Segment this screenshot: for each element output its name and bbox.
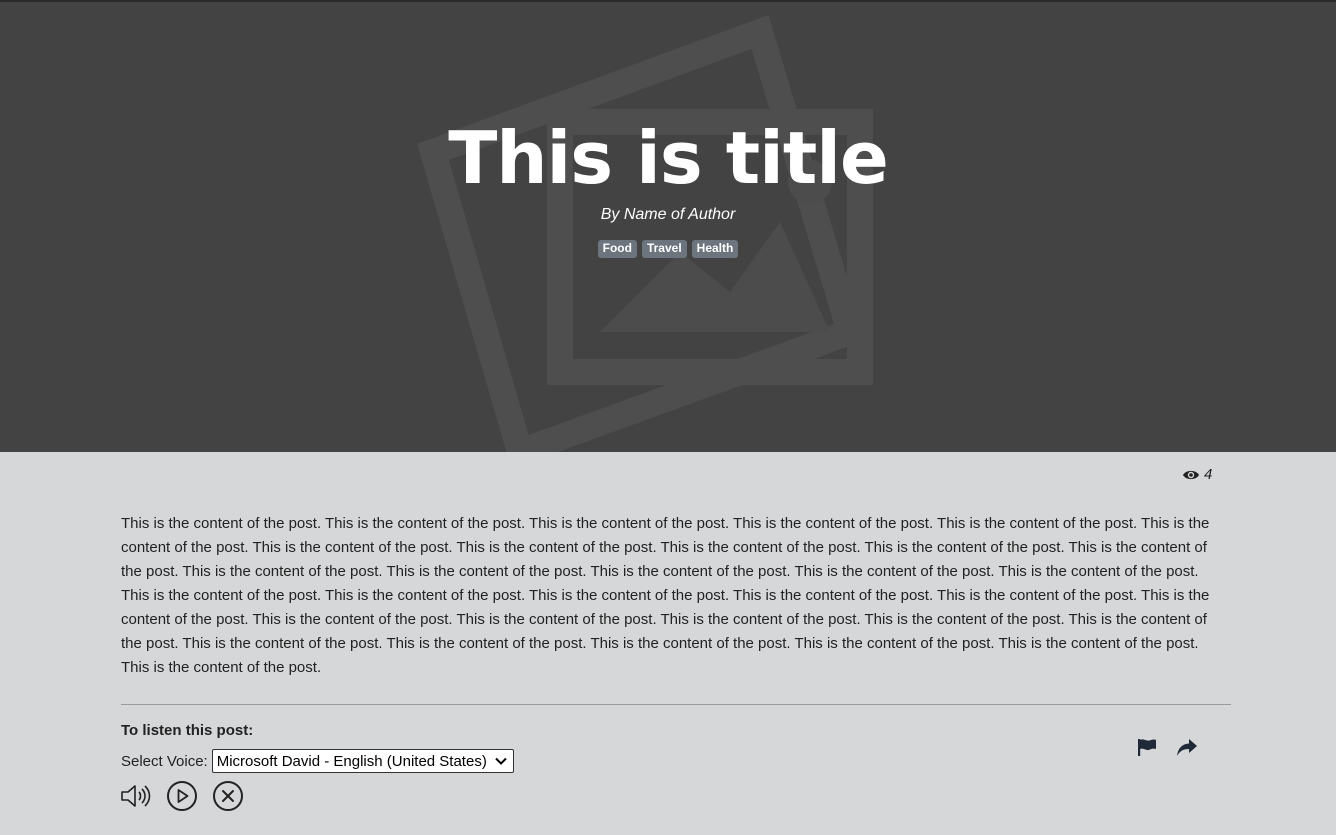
post-author: By Name of Author bbox=[600, 206, 736, 223]
stop-button[interactable] bbox=[212, 780, 244, 817]
volume-button[interactable] bbox=[120, 782, 152, 815]
close-icon bbox=[213, 781, 243, 811]
voice-select[interactable]: Microsoft David - English (United States… bbox=[211, 749, 514, 773]
flag-icon bbox=[1138, 739, 1156, 756]
post-content: This is the content of the post. This is… bbox=[121, 515, 1210, 676]
tag-list: Food Travel Health bbox=[0, 240, 1336, 258]
view-count: 4 bbox=[1182, 466, 1212, 483]
post-actions bbox=[1136, 736, 1198, 763]
speech-controls bbox=[120, 780, 244, 817]
voice-selector-row: Select Voice: Microsoft David - English … bbox=[121, 749, 514, 773]
eye-icon bbox=[1183, 470, 1199, 479]
voice-select-value: Microsoft David - English (United States… bbox=[216, 752, 487, 770]
play-icon bbox=[167, 781, 197, 811]
hero-banner: This is title By Name of Author Food Tra… bbox=[0, 2, 1336, 452]
view-count-value: 4 bbox=[1204, 466, 1213, 483]
tag-travel[interactable]: Travel bbox=[641, 240, 687, 258]
tag-food[interactable]: Food bbox=[597, 240, 637, 258]
play-button[interactable] bbox=[166, 780, 198, 817]
chevron-down-icon bbox=[495, 757, 507, 765]
tag-health[interactable]: Health bbox=[691, 240, 739, 258]
divider bbox=[121, 704, 1231, 705]
post-title: This is title bbox=[448, 116, 889, 200]
volume-icon bbox=[121, 785, 151, 807]
voice-label: Select Voice: bbox=[121, 752, 208, 770]
share-icon bbox=[1177, 739, 1197, 756]
report-button[interactable] bbox=[1136, 736, 1158, 763]
listen-title: To listen this post: bbox=[121, 722, 254, 739]
share-button[interactable] bbox=[1176, 736, 1198, 763]
